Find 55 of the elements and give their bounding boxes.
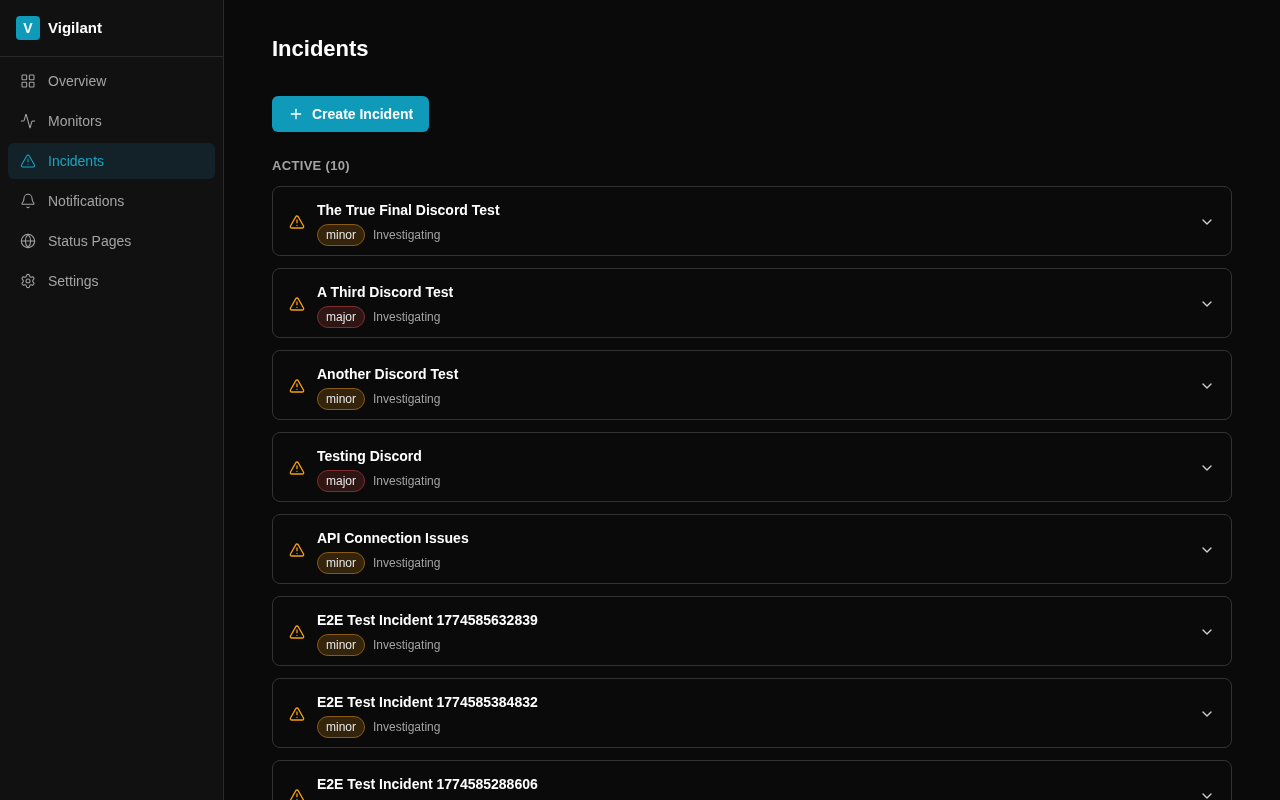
- warning-icon: [289, 459, 305, 476]
- warning-icon: [289, 541, 305, 558]
- logo: V: [16, 16, 40, 40]
- incident-title: A Third Discord Test: [317, 282, 455, 302]
- incident-status: Investigating: [373, 308, 441, 325]
- warning-icon: [289, 787, 305, 800]
- incident-card[interactable]: A Third Discord Test major Investigating: [272, 267, 1232, 338]
- incident-title: Testing Discord: [317, 446, 423, 466]
- sidebar-item[interactable]: Notifications: [8, 183, 215, 219]
- incident-card[interactable]: API Connection Issues minor Investigating: [272, 513, 1232, 584]
- grid-icon: [20, 73, 36, 89]
- incident-status: Investigating: [373, 718, 441, 735]
- bell-icon: [20, 193, 36, 209]
- incident-status: Investigating: [373, 636, 441, 653]
- incident-title: Another Discord Test: [317, 364, 460, 384]
- warning-icon: [20, 153, 36, 169]
- incident-card[interactable]: Another Discord Test minor Investigating: [272, 349, 1232, 420]
- sidebar-item[interactable]: Status Pages: [8, 223, 215, 259]
- brand-name: Vigilant: [48, 17, 102, 38]
- incident-title: E2E Test Incident 1774585288606: [317, 774, 539, 794]
- severity-badge: minor: [317, 551, 365, 574]
- incident-title: E2E Test Incident 1774585632839: [317, 610, 539, 630]
- pulse-icon: [20, 113, 36, 129]
- globe-icon: [20, 233, 36, 249]
- warning-icon: [289, 213, 305, 230]
- incident-status: Investigating: [373, 472, 441, 489]
- warning-icon: [289, 623, 305, 640]
- warning-icon: [289, 705, 305, 722]
- settings-icon: [20, 273, 36, 289]
- incident-card[interactable]: E2E Test Incident 1774585288606: [272, 759, 1232, 800]
- incident-status: Investigating: [373, 390, 441, 407]
- severity-badge: minor: [317, 633, 365, 656]
- sidebar-item[interactable]: Overview: [8, 63, 215, 99]
- severity-badge: major: [317, 469, 365, 492]
- page-title: Incidents: [272, 35, 370, 63]
- severity-badge: minor: [317, 715, 365, 738]
- severity-badge: minor: [317, 387, 365, 410]
- incident-card[interactable]: E2E Test Incident 1774585384832 minor Investigating: [272, 677, 1232, 748]
- warning-icon: [289, 295, 305, 312]
- plus-icon: [288, 106, 304, 122]
- sidebar-item[interactable]: Monitors: [8, 103, 215, 139]
- incident-status: Investigating: [373, 226, 441, 243]
- incident-card[interactable]: Testing Discord major Investigating: [272, 431, 1232, 502]
- incident-title: API Connection Issues: [317, 528, 470, 548]
- severity-badge: major: [317, 305, 365, 328]
- incident-card[interactable]: The True Final Discord Test minor Investigating: [272, 185, 1232, 256]
- incident-title: E2E Test Incident 1774585384832: [317, 692, 539, 712]
- incident-card[interactable]: E2E Test Incident 1774585632839 minor Investigating: [272, 595, 1232, 666]
- sidebar-item[interactable]: Settings: [8, 263, 215, 299]
- sidebar-item[interactable]: Incidents: [8, 143, 215, 179]
- incident-title: The True Final Discord Test: [317, 200, 501, 220]
- severity-badge: minor: [317, 223, 365, 246]
- warning-icon: [289, 377, 305, 394]
- section-heading: ACTIVE (10): [272, 157, 351, 175]
- incident-status: Investigating: [373, 554, 441, 571]
